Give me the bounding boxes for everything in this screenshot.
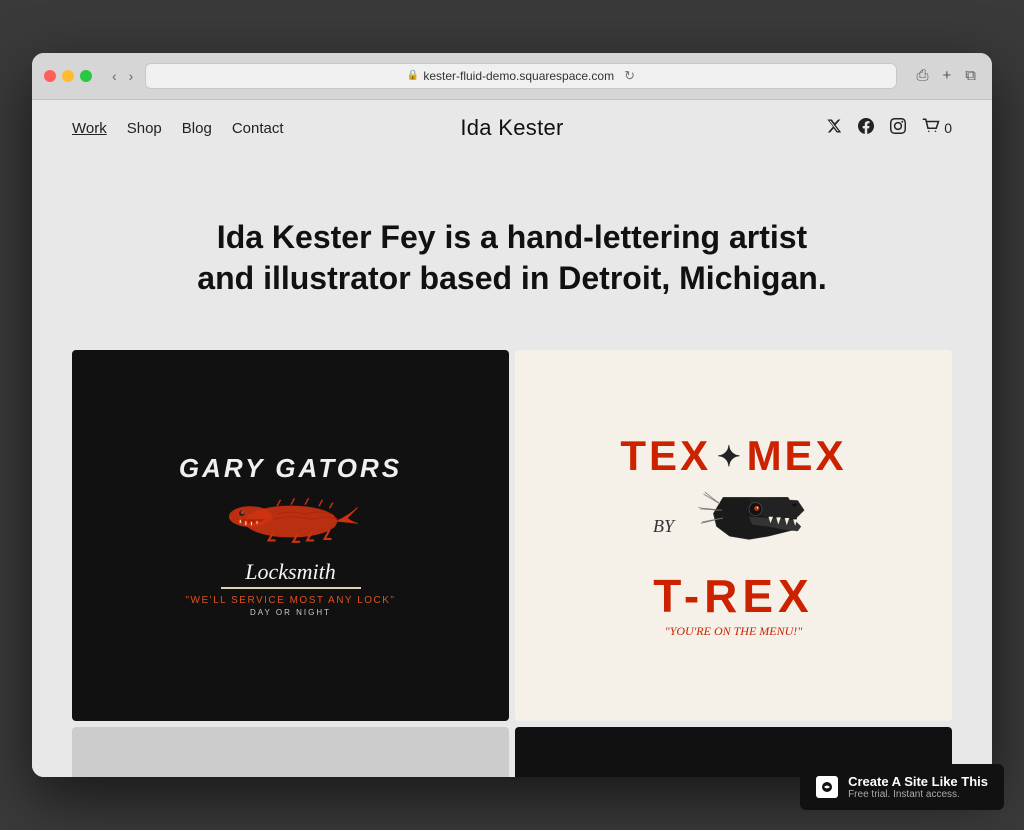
reload-icon[interactable]: ↻ xyxy=(624,68,635,84)
twitter-icon[interactable] xyxy=(826,118,842,139)
nav-link-shop[interactable]: Shop xyxy=(127,120,162,137)
gary-tagline: "WE'LL SERVICE MOST ANY LOCK" xyxy=(186,595,396,606)
hero-text: Ida Kester Fey is a hand-lettering artis… xyxy=(187,217,837,300)
sq-main-text: Create A Site Like This xyxy=(848,774,988,789)
portfolio-item-tex-mex[interactable]: TEX ✦ MEX BY xyxy=(515,350,952,721)
tex-tagline: "YOU'RE ON THE MENU!" xyxy=(665,624,803,639)
gary-sub: DAY OR NIGHT xyxy=(250,608,331,617)
url-text: kester-fluid-demo.squarespace.com xyxy=(423,69,614,83)
nav-link-contact[interactable]: Contact xyxy=(232,120,284,137)
gator-illustration xyxy=(221,488,361,553)
portfolio-grid: GARY GATORS xyxy=(32,350,992,727)
site-content: Work Shop Blog Contact Ida Kester xyxy=(32,100,992,778)
squarespace-logo xyxy=(816,776,838,798)
trex-illustration xyxy=(684,484,814,569)
cart-icon xyxy=(922,118,940,139)
gary-underline-decoration xyxy=(221,587,361,589)
portfolio-item-partial-1[interactable] xyxy=(72,727,509,777)
address-bar[interactable]: 🔒 kester-fluid-demo.squarespace.com ↻ xyxy=(145,63,896,89)
tabs-button[interactable]: ⧉ xyxy=(961,65,980,86)
portfolio-item-gary-gators[interactable]: GARY GATORS xyxy=(72,350,509,721)
forward-button[interactable]: › xyxy=(125,67,138,85)
browser-window: ‹ › 🔒 kester-fluid-demo.squarespace.com … xyxy=(32,53,992,778)
hero-section: Ida Kester Fey is a hand-lettering artis… xyxy=(32,157,992,350)
squarespace-banner[interactable]: Create A Site Like This Free trial. Inst… xyxy=(800,764,1004,810)
maximize-button[interactable] xyxy=(80,70,92,82)
nav-right: 0 xyxy=(826,118,952,139)
trex-title: T-REX xyxy=(653,573,813,619)
new-tab-button[interactable]: + xyxy=(939,65,956,86)
tex-mex-title: TEX xyxy=(620,432,711,480)
cart-area[interactable]: 0 xyxy=(922,118,952,139)
tex-by: BY xyxy=(653,516,674,537)
close-button[interactable] xyxy=(44,70,56,82)
mex-title: MEX xyxy=(747,432,847,480)
nav-left: Work Shop Blog Contact xyxy=(72,120,284,137)
squarespace-text: Create A Site Like This Free trial. Inst… xyxy=(848,774,988,800)
gary-locksmith: Locksmith xyxy=(245,559,335,585)
browser-chrome: ‹ › 🔒 kester-fluid-demo.squarespace.com … xyxy=(32,53,992,100)
browser-controls: ‹ › xyxy=(108,67,137,85)
nav-link-blog[interactable]: Blog xyxy=(182,120,212,137)
share-button[interactable]: ⎙ xyxy=(913,65,933,86)
browser-actions: ⎙ + ⧉ xyxy=(913,65,981,86)
nav-link-work[interactable]: Work xyxy=(72,120,107,137)
traffic-lights xyxy=(44,70,92,82)
facebook-icon[interactable] xyxy=(858,118,874,139)
instagram-icon[interactable] xyxy=(890,118,906,139)
gary-title: GARY GATORS xyxy=(179,454,402,483)
site-nav: Work Shop Blog Contact Ida Kester xyxy=(32,100,992,157)
minimize-button[interactable] xyxy=(62,70,74,82)
site-title: Ida Kester xyxy=(460,115,563,141)
tex-dash: ✦ xyxy=(717,440,740,473)
back-button[interactable]: ‹ xyxy=(108,67,121,85)
lock-icon: 🔒 xyxy=(407,70,419,81)
sq-sub-text: Free trial. Instant access. xyxy=(848,789,988,800)
cart-count: 0 xyxy=(944,120,952,136)
